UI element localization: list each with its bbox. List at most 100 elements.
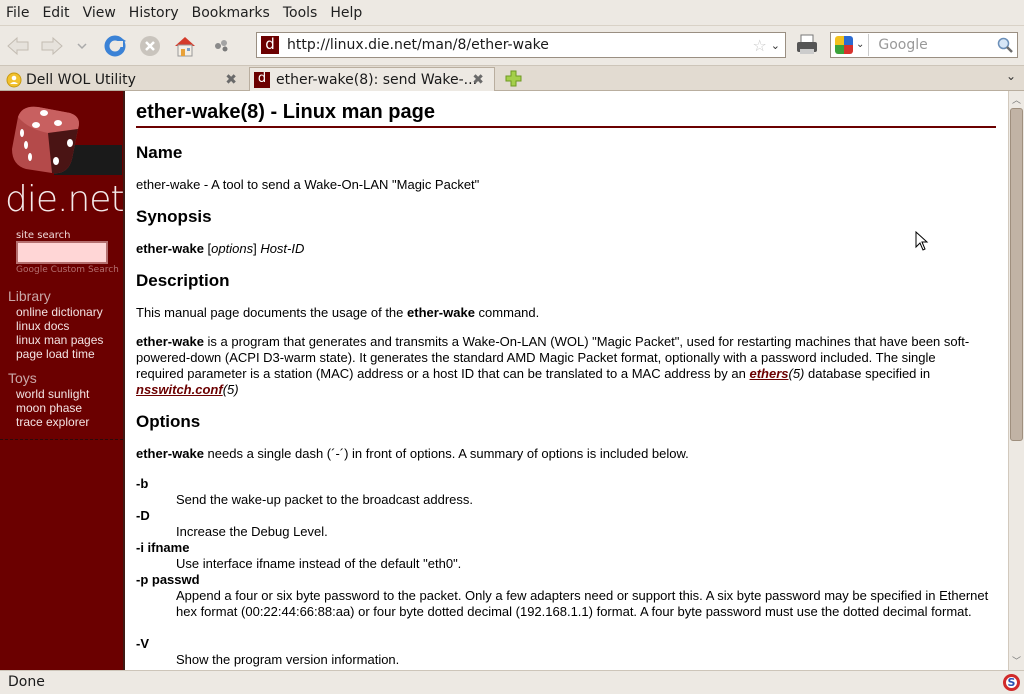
vertical-scrollbar[interactable]: ︿ ﹀ xyxy=(1008,91,1024,670)
reload-icon xyxy=(104,35,126,57)
sidebar-link-online-dictionary[interactable]: online dictionary xyxy=(16,305,103,319)
menu-edit[interactable]: Edit xyxy=(36,5,76,21)
tab-dell-wol-utility[interactable]: Dell WOL Utility ✖ xyxy=(0,67,247,92)
dice-logo-icon[interactable] xyxy=(8,99,122,187)
heading-synopsis: Synopsis xyxy=(136,207,212,226)
sidebar-link-linux-man-pages[interactable]: linux man pages xyxy=(16,333,103,347)
heading-name: Name xyxy=(136,143,183,162)
status-text: Done xyxy=(8,674,45,690)
chevron-down-icon xyxy=(77,43,87,50)
home-button[interactable] xyxy=(173,34,197,58)
site-search-input[interactable] xyxy=(16,241,108,264)
mouse-cursor-icon xyxy=(915,231,929,251)
site-logo-text[interactable]: die.net xyxy=(5,179,125,220)
sidebar-link-world-sunlight[interactable]: world sunlight xyxy=(16,387,89,401)
name-text: ether-wake - A tool to send a Wake-On-LA… xyxy=(136,177,480,192)
sidebar-link-linux-docs[interactable]: linux docs xyxy=(16,319,69,333)
extension-button[interactable] xyxy=(210,34,234,58)
option-description: Use interface ifname instead of the defa… xyxy=(176,556,462,571)
forward-button[interactable] xyxy=(40,34,64,58)
sidebar-heading-toys: Toys xyxy=(8,370,37,386)
option-description: Show the program version information. xyxy=(176,652,400,667)
google-custom-search-label: Google Custom Search xyxy=(16,265,119,275)
option-description: Append a four or six byte password to th… xyxy=(176,588,989,619)
site-sidebar: die.net site search Google Custom Search… xyxy=(0,91,125,670)
scroll-down-icon[interactable]: ﹀ xyxy=(1009,654,1024,668)
printer-icon xyxy=(797,34,817,54)
home-icon xyxy=(175,37,195,57)
heading-description: Description xyxy=(136,271,230,290)
ethers-section: (5) xyxy=(788,366,805,381)
synopsis-command: ether-wake xyxy=(136,241,204,256)
close-tab-icon[interactable]: ✖ xyxy=(472,72,484,88)
print-button[interactable] xyxy=(795,33,819,57)
engine-dropdown-icon[interactable]: ⌄ xyxy=(856,34,870,56)
options-intro: ether-wake needs a single dash (´-´) in … xyxy=(136,446,996,462)
options-intro-text: needs a single dash (´-´) in front of op… xyxy=(203,446,689,461)
tab-favicon-icon xyxy=(6,72,22,87)
scroll-up-icon[interactable]: ︿ xyxy=(1009,93,1024,107)
sidebar-heading-library: Library xyxy=(8,288,51,304)
google-engine-icon[interactable] xyxy=(835,36,853,54)
new-tab-icon[interactable] xyxy=(505,70,522,87)
search-input[interactable]: Google xyxy=(874,37,997,53)
url-text[interactable]: http://linux.die.net/man/8/ether-wake xyxy=(287,37,752,53)
extension-icon xyxy=(215,40,228,52)
option-description: Increase the Debug Level. xyxy=(176,524,328,539)
status-bar: Done S xyxy=(0,670,1024,694)
page-viewport: die.net site search Google Custom Search… xyxy=(0,91,1008,670)
sidebar-link-moon-phase[interactable]: moon phase xyxy=(16,401,82,415)
close-tab-icon[interactable]: ✖ xyxy=(225,72,237,88)
tab-list-chevron-icon[interactable]: ⌄ xyxy=(1006,69,1016,83)
link-nsswitch-conf[interactable]: nsswitch.conf xyxy=(136,382,223,397)
menu-view[interactable]: View xyxy=(77,5,123,21)
tab-title: Dell WOL Utility xyxy=(26,71,136,88)
reload-button[interactable] xyxy=(103,34,127,58)
scrollbar-thumb[interactable] xyxy=(1010,108,1023,441)
desc1-pre: This manual page documents the usage of … xyxy=(136,305,408,320)
site-search-label: site search xyxy=(16,230,71,241)
sidebar-link-page-load-time[interactable]: page load time xyxy=(16,347,95,361)
back-button[interactable] xyxy=(6,34,30,58)
menu-bookmarks[interactable]: Bookmarks xyxy=(186,5,277,21)
bookmark-star-icon[interactable]: ☆ xyxy=(752,36,766,55)
stop-icon xyxy=(140,36,160,56)
synopsis-options: options xyxy=(211,241,254,256)
page-title: ether-wake(8) - Linux man page xyxy=(136,101,996,128)
url-dropdown-icon[interactable]: ⌄ xyxy=(771,39,780,52)
desc1-command: ether-wake xyxy=(407,305,475,320)
option-flag: -i ifname xyxy=(136,540,190,555)
synopsis-text: ether-wake [options] Host-ID xyxy=(136,241,305,256)
desc2-command: ether-wake xyxy=(136,334,204,349)
menu-help[interactable]: Help xyxy=(324,5,369,21)
menu-history[interactable]: History xyxy=(123,5,186,21)
menu-tools[interactable]: Tools xyxy=(277,5,325,21)
stop-button[interactable] xyxy=(138,34,162,58)
tab-title: ether-wake(8): send Wake-... xyxy=(276,72,478,88)
desc2-mid: database specified in xyxy=(804,366,931,381)
menu-file[interactable]: File xyxy=(0,5,36,21)
search-bar[interactable]: ⌄ Google xyxy=(830,32,1018,58)
url-bar[interactable]: d http://linux.die.net/man/8/ether-wake … xyxy=(256,32,786,58)
forward-icon xyxy=(41,36,63,56)
noscript-icon[interactable]: S xyxy=(1003,674,1020,691)
option-flag: -b xyxy=(136,476,149,491)
option-description: Send the wake-up packet to the broadcast… xyxy=(176,492,474,507)
link-ethers[interactable]: ethers xyxy=(749,366,788,381)
desc1-post: command. xyxy=(474,305,540,320)
menu-bar: File Edit View History Bookmarks Tools H… xyxy=(0,0,1024,25)
tab-bar: Dell WOL Utility ✖ d ether-wake(8): send… xyxy=(0,65,1024,92)
sidebar-divider xyxy=(0,439,123,440)
tab-favicon-icon: d xyxy=(254,72,270,88)
history-dropdown[interactable] xyxy=(72,34,92,58)
option-flag: -p passwd xyxy=(136,572,200,587)
nsswitch-section: (5) xyxy=(222,382,239,397)
heading-options: Options xyxy=(136,412,201,431)
sidebar-link-trace-explorer[interactable]: trace explorer xyxy=(16,415,89,429)
site-favicon: d xyxy=(261,36,279,54)
description-para-1: This manual page documents the usage of … xyxy=(136,305,996,321)
search-icon[interactable] xyxy=(997,37,1013,53)
option-flag: -D xyxy=(136,508,150,523)
synopsis-host-id: Host-ID xyxy=(260,241,305,256)
tab-ether-wake[interactable]: d ether-wake(8): send Wake-... ✖ xyxy=(249,67,495,92)
